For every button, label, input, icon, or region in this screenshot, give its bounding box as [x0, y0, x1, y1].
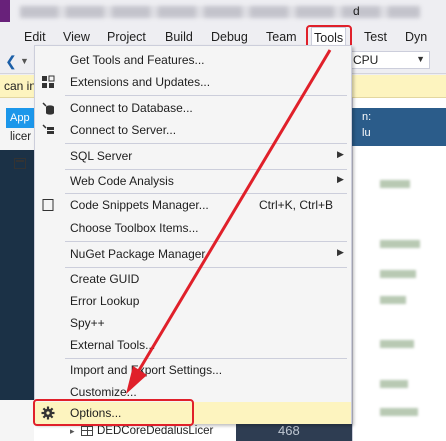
menu-item-code-snippets[interactable]: Code Snippets Manager... Ctrl+K, Ctrl+B: [35, 194, 351, 216]
tools-dropdown-menu: Get Tools and Features... Extensions and…: [34, 45, 352, 424]
menu-item-label: Customize...: [70, 385, 137, 399]
menu-item-label: SQL Server: [70, 149, 133, 163]
left-panel-dark-area: [0, 150, 34, 400]
menu-item-label: Web Code Analysis: [70, 174, 174, 188]
menu-item-connect-server[interactable]: Connect to Server...: [35, 119, 351, 141]
menu-dynamics[interactable]: Dyn: [403, 26, 429, 48]
blurred-code-line: [380, 240, 420, 248]
menu-test[interactable]: Test: [362, 26, 389, 48]
table-icon: [81, 426, 93, 436]
menu-item-error-lookup[interactable]: Error Lookup: [35, 290, 351, 312]
menu-item-sql-server[interactable]: SQL Server ▶: [35, 145, 351, 167]
submenu-arrow-icon: ▶: [337, 247, 344, 257]
panel-search-text[interactable]: licer: [10, 131, 31, 143]
menu-item-label: NuGet Package Manager: [70, 247, 206, 261]
menu-item-connect-database[interactable]: Connect to Database...: [35, 97, 351, 119]
expand-arrow-icon[interactable]: ▸: [70, 426, 75, 437]
blurred-code-line: [380, 270, 416, 278]
editor-header-text: n:: [362, 111, 372, 123]
blurred-code-line: [380, 296, 406, 304]
menu-item-spy[interactable]: Spy++: [35, 312, 351, 334]
submenu-arrow-icon: ▶: [337, 149, 344, 159]
menu-item-import-export[interactable]: Import and Export Settings...: [35, 359, 351, 381]
menu-item-label: Get Tools and Features...: [70, 53, 205, 67]
menu-item-extensions[interactable]: Extensions and Updates...: [35, 71, 351, 93]
snippet-icon: [42, 199, 54, 211]
menu-item-nuget[interactable]: NuGet Package Manager ▶: [35, 243, 351, 265]
info-bar-text: can in: [4, 79, 37, 93]
chevron-down-icon[interactable]: ▼: [20, 52, 29, 70]
menu-item-web-code-analysis[interactable]: Web Code Analysis ▶: [35, 170, 351, 192]
menu-item-create-guid[interactable]: Create GUID: [35, 268, 351, 290]
menu-item-label: Connect to Server...: [70, 123, 177, 137]
menu-separator: [65, 95, 347, 96]
blurred-code-line: [380, 180, 410, 188]
blurred-code-line: [380, 380, 408, 388]
menu-item-label: Extensions and Updates...: [70, 75, 211, 89]
menu-item-label: Code Snippets Manager...: [70, 198, 209, 212]
line-number: 468: [278, 423, 300, 438]
menu-item-label: Create GUID: [70, 272, 140, 286]
panel-tab[interactable]: App: [6, 108, 34, 128]
platform-dropdown[interactable]: CPU ▼: [346, 51, 430, 69]
window-title-blurred: [20, 6, 420, 18]
window-icon[interactable]: [14, 158, 26, 169]
menu-item-get-tools[interactable]: Get Tools and Features...: [35, 49, 351, 71]
visual-studio-logo-icon: [0, 0, 10, 22]
title-bar: [0, 0, 446, 26]
menu-item-label: Import and Export Settings...: [70, 363, 223, 377]
menu-item-choose-toolbox[interactable]: Choose Toolbox Items...: [35, 217, 351, 239]
extensions-icon: [42, 75, 55, 88]
menu-item-external-tools[interactable]: External Tools...: [35, 334, 351, 356]
info-bar-text-right: d: [353, 4, 360, 18]
blurred-code-line: [380, 340, 414, 348]
menu-separator: [65, 143, 347, 144]
menu-separator: [65, 241, 347, 242]
options-callout-box: [33, 399, 194, 426]
blurred-code-line: [380, 408, 418, 416]
menu-item-label: Choose Toolbox Items...: [70, 221, 199, 235]
submenu-arrow-icon: ▶: [337, 174, 344, 184]
server-icon: [42, 124, 54, 134]
navigate-back-icon[interactable]: ❮: [2, 52, 20, 70]
menu-item-label: Error Lookup: [70, 294, 140, 308]
menu-item-label: External Tools...: [70, 338, 156, 352]
chevron-down-icon: ▼: [416, 54, 425, 64]
editor-header-text-2: lu: [362, 127, 371, 139]
platform-value: CPU: [353, 53, 379, 67]
menu-item-label: Spy++: [70, 316, 105, 330]
menu-item-label: Connect to Database...: [70, 101, 193, 115]
tree-item-label[interactable]: DEDCoreDedalusLicer: [97, 425, 213, 437]
database-icon: [42, 102, 54, 115]
menu-item-shortcut: Ctrl+K, Ctrl+B: [259, 198, 334, 212]
